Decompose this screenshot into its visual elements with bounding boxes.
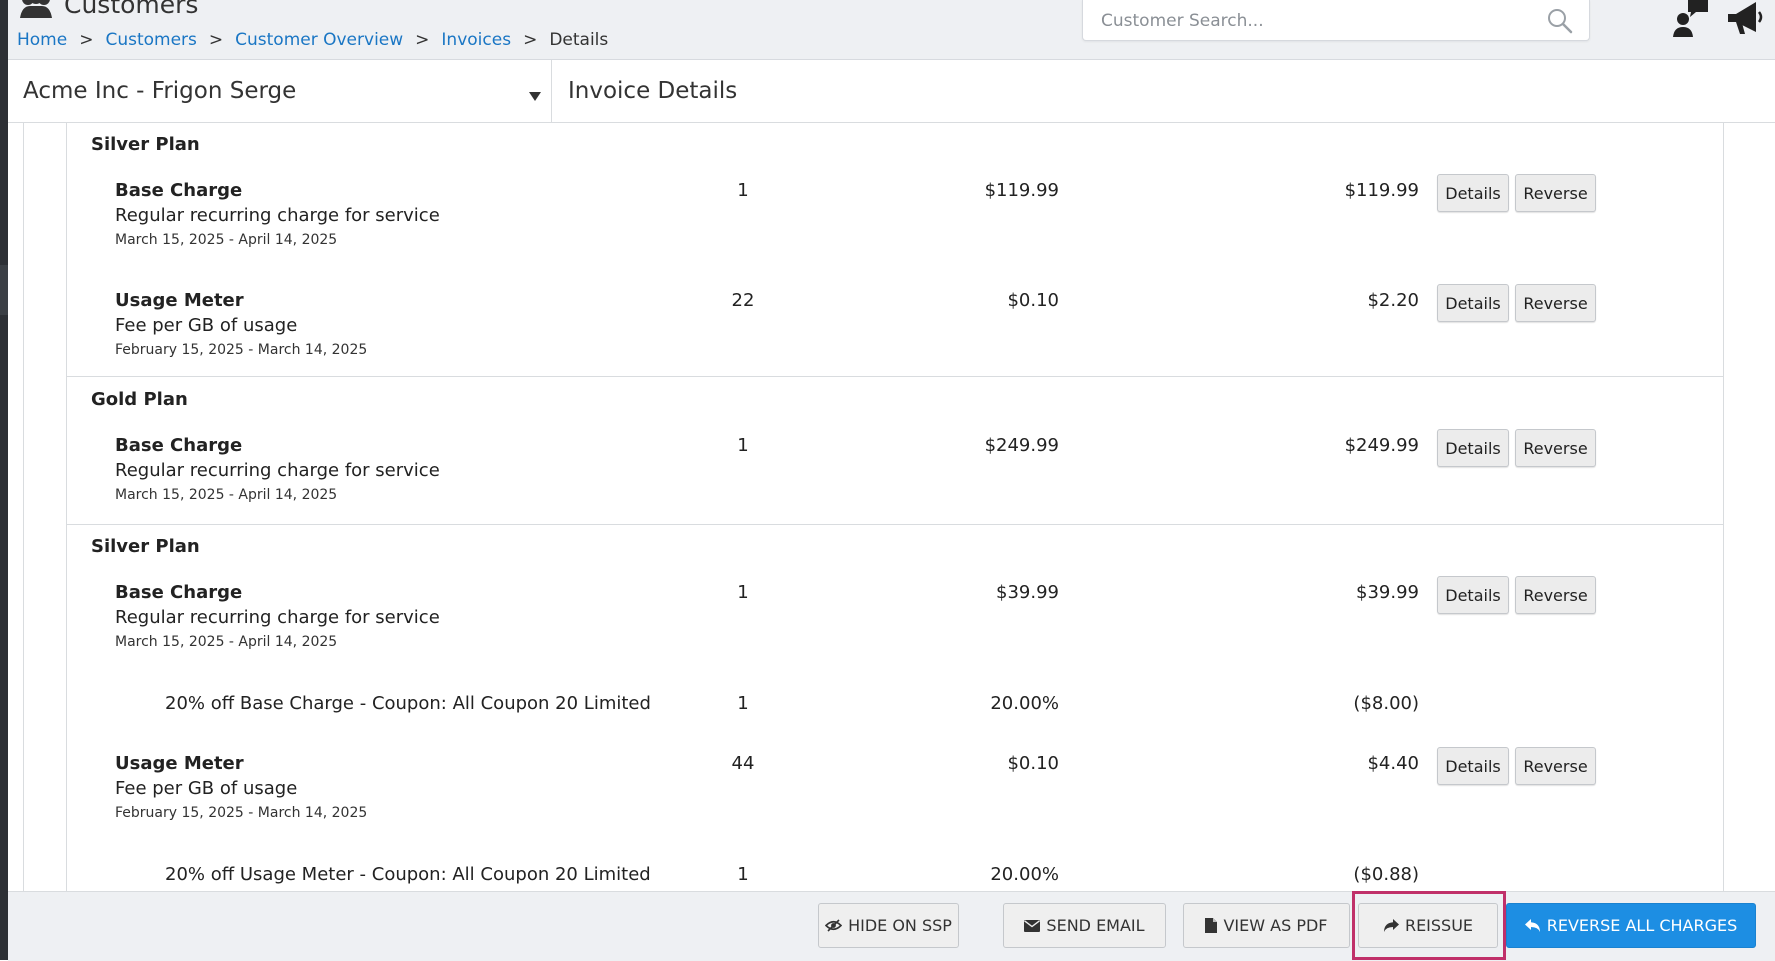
- item-name: Usage Meter: [115, 753, 244, 774]
- view-as-pdf-button[interactable]: VIEW AS PDF: [1183, 903, 1350, 948]
- reverse-button[interactable]: Reverse: [1515, 576, 1596, 614]
- plan-title: Silver Plan: [91, 536, 200, 557]
- sidebar-notch: [0, 265, 8, 315]
- reverse-button[interactable]: Reverse: [1515, 747, 1596, 785]
- item-description: Regular recurring charge for service: [115, 607, 440, 628]
- breadcrumb-separator: >: [415, 30, 430, 50]
- breadcrumb-details: Details: [549, 30, 609, 50]
- section-title: Invoice Details: [568, 78, 738, 104]
- plan-group: Silver Plan Base Charge Regular recurrin…: [66, 524, 1724, 891]
- page-title-text: Customers: [64, 0, 199, 19]
- reverse-all-charges-button[interactable]: REVERSE ALL CHARGES: [1506, 903, 1756, 948]
- user-chat-icon[interactable]: [1670, 0, 1710, 42]
- item-price: $39.99: [996, 582, 1059, 603]
- item-quantity: 22: [731, 290, 755, 311]
- item-quantity: 1: [737, 180, 749, 201]
- item-name: Base Charge: [115, 435, 243, 456]
- page-title: Customers: [18, 0, 198, 20]
- customer-select-value: Acme Inc - Frigon Serge: [23, 78, 297, 104]
- item-total: $2.20: [1367, 290, 1419, 311]
- envelope-icon: [1024, 919, 1041, 932]
- item-quantity: 1: [737, 435, 749, 456]
- item-quantity: 1: [737, 693, 749, 714]
- reverse-all-charges-label: REVERSE ALL CHARGES: [1546, 916, 1738, 935]
- item-total: $4.40: [1367, 753, 1419, 774]
- item-price: 20.00%: [990, 693, 1059, 714]
- item-dates: February 15, 2025 - March 14, 2025: [115, 805, 368, 821]
- item-dates: March 15, 2025 - April 14, 2025: [115, 487, 338, 503]
- send-email-label: SEND EMAIL: [1046, 916, 1145, 935]
- customer-search-box: [1082, 0, 1590, 41]
- reissue-label: REISSUE: [1404, 916, 1474, 935]
- details-button[interactable]: Details: [1437, 429, 1509, 467]
- reverse-button[interactable]: Reverse: [1515, 429, 1596, 467]
- breadcrumb-invoices[interactable]: Invoices: [441, 30, 511, 50]
- item-total: ($8.00): [1353, 693, 1419, 714]
- customer-select[interactable]: Acme Inc - Frigon Serge: [8, 60, 552, 122]
- item-price: 20.00%: [990, 864, 1059, 885]
- users-icon: [18, 0, 54, 20]
- breadcrumb-separator: >: [79, 30, 94, 50]
- caret-down-icon: [529, 86, 541, 105]
- item-dates: March 15, 2025 - April 14, 2025: [115, 232, 338, 248]
- plan-group: Gold Plan Base Charge Regular recurring …: [66, 377, 1724, 525]
- item-description: Regular recurring charge for service: [115, 460, 440, 481]
- file-icon: [1205, 918, 1218, 933]
- left-sidebar-strip: [0, 0, 8, 960]
- coupon-description: 20% off Usage Meter - Coupon: All Coupon…: [165, 864, 651, 885]
- item-name: Usage Meter: [115, 290, 244, 311]
- details-button[interactable]: Details: [1437, 747, 1509, 785]
- item-total: $119.99: [1344, 180, 1419, 201]
- action-footer: HIDE ON SSP SEND EMAIL VIEW AS PDF REISS…: [8, 891, 1775, 961]
- item-quantity: 44: [731, 753, 755, 774]
- details-button[interactable]: Details: [1437, 174, 1509, 212]
- plan-group: Silver Plan Base Charge Regular recurrin…: [66, 123, 1724, 377]
- coupon-description: 20% off Base Charge - Coupon: All Coupon…: [165, 693, 651, 714]
- eye-slash-icon: [825, 919, 843, 932]
- reverse-button[interactable]: Reverse: [1515, 284, 1596, 322]
- details-button[interactable]: Details: [1437, 576, 1509, 614]
- search-icon[interactable]: [1547, 8, 1573, 38]
- item-quantity: 1: [737, 864, 749, 885]
- invoice-subheader: Acme Inc - Frigon Serge Invoice Details: [8, 60, 1775, 123]
- item-price: $249.99: [984, 435, 1059, 456]
- reissue-button[interactable]: REISSUE: [1358, 903, 1498, 948]
- invoice-line-items: Silver Plan Base Charge Regular recurrin…: [8, 123, 1775, 891]
- item-quantity: 1: [737, 582, 749, 603]
- breadcrumb-customer-overview[interactable]: Customer Overview: [235, 30, 403, 50]
- item-name: Base Charge: [115, 180, 243, 201]
- item-description: Fee per GB of usage: [115, 315, 298, 336]
- plan-title: Gold Plan: [91, 389, 188, 410]
- customer-search-input[interactable]: [1099, 8, 1523, 34]
- details-button[interactable]: Details: [1437, 284, 1509, 322]
- undo-icon: [1524, 918, 1541, 933]
- breadcrumb-separator: >: [208, 30, 224, 50]
- item-description: Fee per GB of usage: [115, 778, 298, 799]
- item-description: Regular recurring charge for service: [115, 205, 440, 226]
- item-total: $39.99: [1356, 582, 1419, 603]
- item-dates: February 15, 2025 - March 14, 2025: [115, 342, 368, 358]
- view-as-pdf-label: VIEW AS PDF: [1223, 916, 1328, 935]
- item-total: $249.99: [1344, 435, 1419, 456]
- item-total: ($0.88): [1353, 864, 1419, 885]
- item-price: $119.99: [984, 180, 1059, 201]
- item-dates: March 15, 2025 - April 14, 2025: [115, 634, 338, 650]
- hide-on-ssp-button[interactable]: HIDE ON SSP: [818, 903, 959, 948]
- share-icon: [1383, 918, 1399, 933]
- breadcrumb-separator: >: [523, 30, 538, 50]
- megaphone-icon[interactable]: [1726, 0, 1766, 40]
- item-name: Base Charge: [115, 582, 243, 603]
- page-header: Customers Home > Customers > Customer Ov…: [8, 0, 1775, 60]
- item-price: $0.10: [1007, 753, 1059, 774]
- hide-on-ssp-label: HIDE ON SSP: [848, 916, 952, 935]
- breadcrumb: Home > Customers > Customer Overview > I…: [17, 30, 608, 50]
- send-email-button[interactable]: SEND EMAIL: [1003, 903, 1166, 948]
- content-border-left: [23, 123, 24, 891]
- item-price: $0.10: [1007, 290, 1059, 311]
- reverse-button[interactable]: Reverse: [1515, 174, 1596, 212]
- breadcrumb-customers[interactable]: Customers: [105, 30, 196, 50]
- breadcrumb-home[interactable]: Home: [17, 30, 67, 50]
- plan-title: Silver Plan: [91, 134, 200, 155]
